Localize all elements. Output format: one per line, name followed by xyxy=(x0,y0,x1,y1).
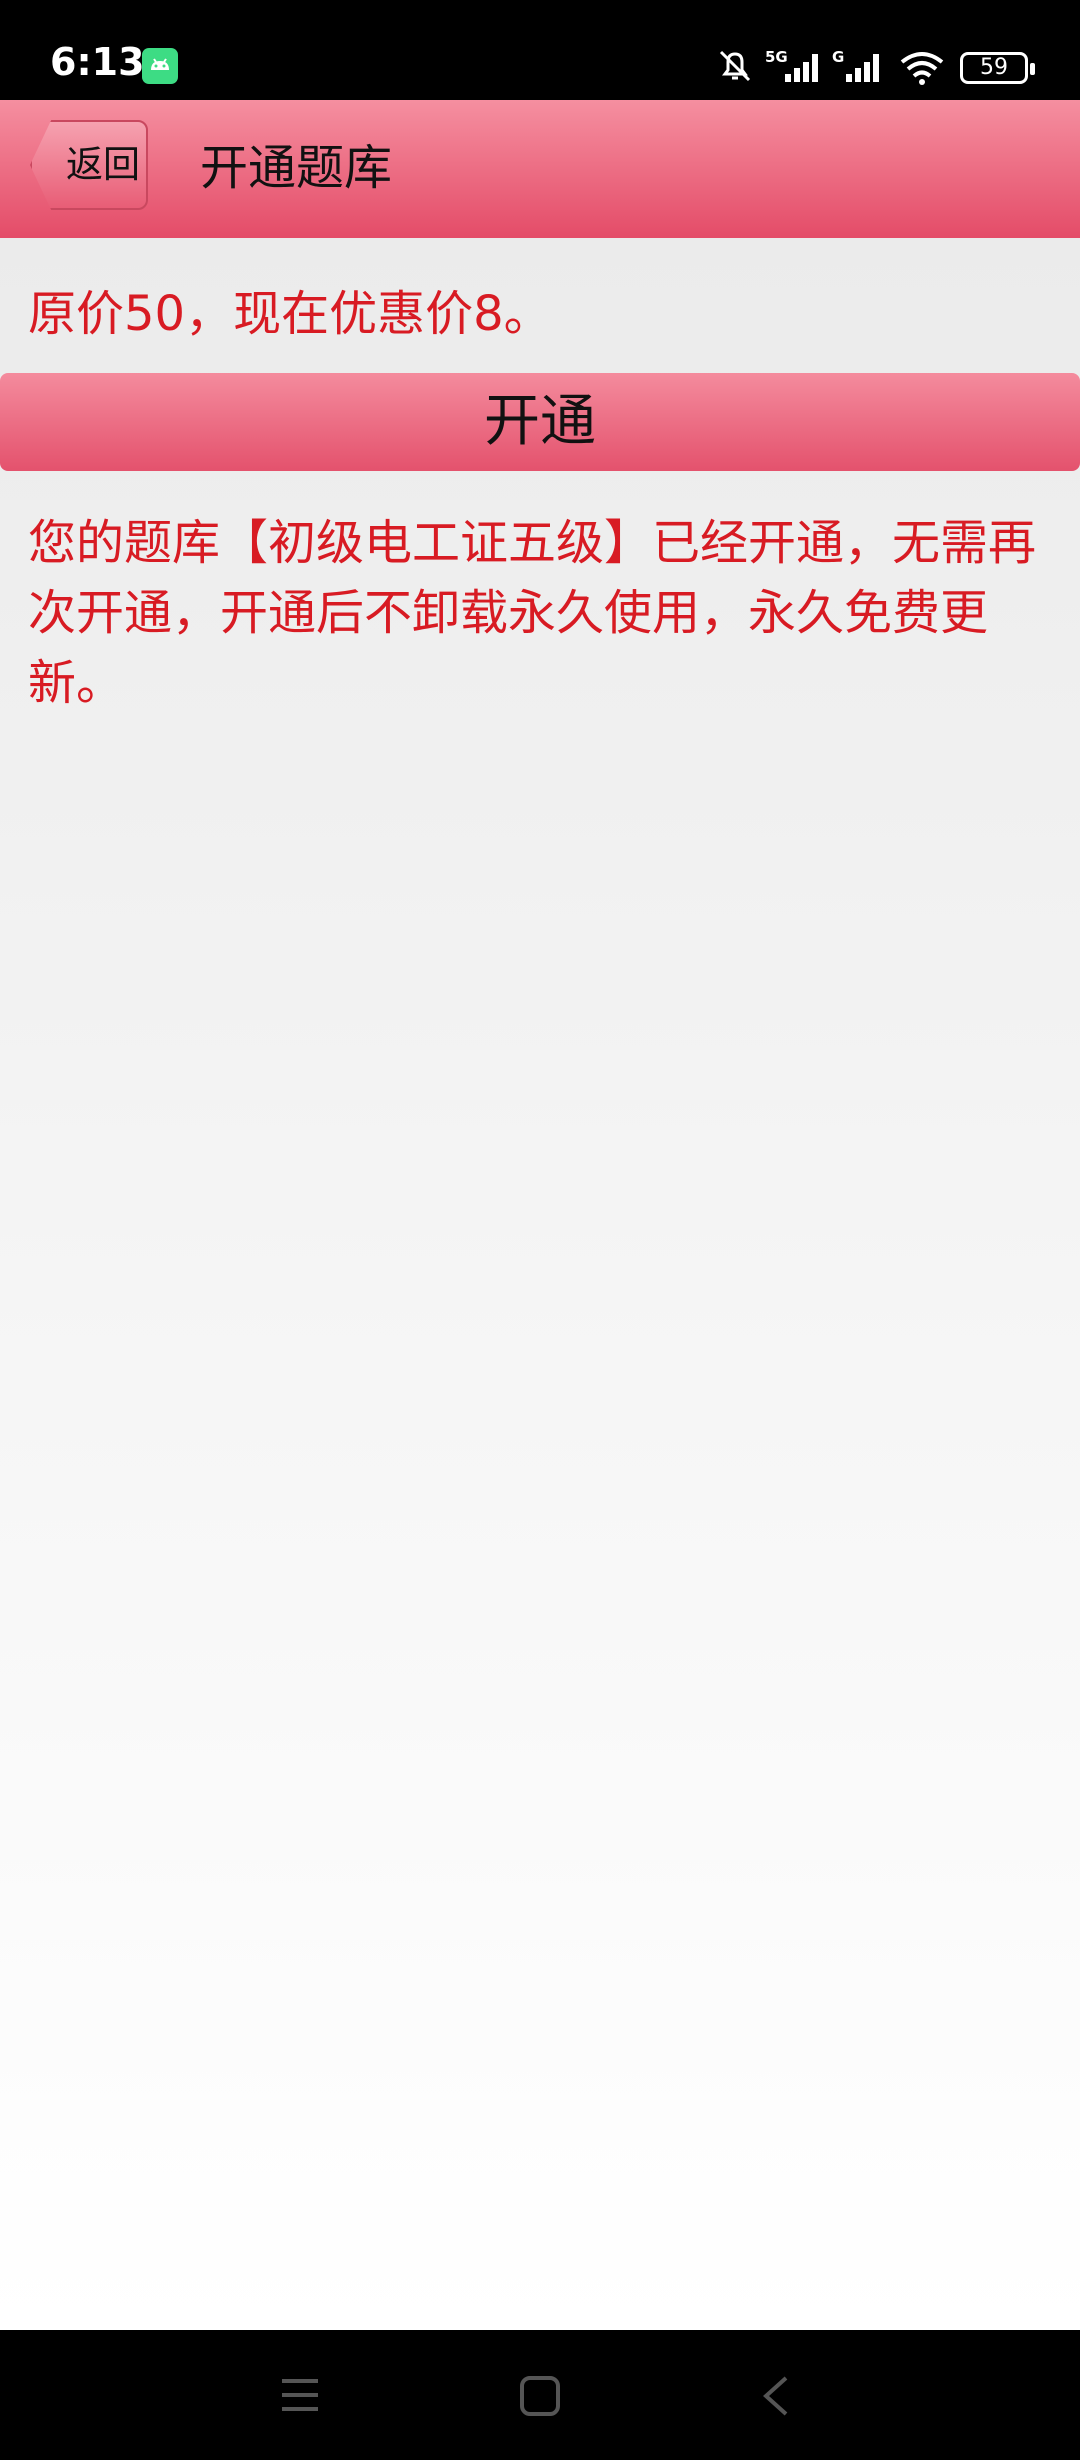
svg-text:G: G xyxy=(832,48,844,66)
signal-5g-icon: 5G xyxy=(765,48,827,88)
wifi-icon xyxy=(898,50,946,90)
svg-text:5G: 5G xyxy=(765,48,788,66)
back-arrow-icon[interactable] xyxy=(760,2374,790,2422)
navigation-bar xyxy=(0,2330,1080,2460)
header: 返回 开通题库 xyxy=(0,100,1080,238)
battery-level: 59 xyxy=(980,55,1008,80)
page-title: 开通题库 xyxy=(200,140,393,196)
battery-icon: 59 xyxy=(960,52,1035,84)
signal-g-icon: G xyxy=(832,48,892,88)
main-content: 原价50，现在优惠价8。 开通 您的题库【初级电工证五级】已经开通，无需再次开通… xyxy=(0,238,1080,2330)
info-text: 您的题库【初级电工证五级】已经开通，无需再次开通，开通后不卸载永久使用，永久免费… xyxy=(28,515,1037,711)
menu-icon[interactable] xyxy=(280,2375,320,2419)
back-button-label: 返回 xyxy=(66,143,140,186)
open-button[interactable]: 开通 xyxy=(0,373,1080,471)
status-time: 6:13 xyxy=(50,40,145,84)
android-icon xyxy=(142,48,178,84)
home-icon[interactable] xyxy=(518,2374,562,2422)
price-text: 原价50，现在优惠价8。 xyxy=(28,286,552,342)
status-bar: 6:13 5G G 59 xyxy=(0,0,1080,100)
back-button[interactable]: 返回 xyxy=(30,120,148,210)
mute-bell-icon xyxy=(715,46,755,90)
